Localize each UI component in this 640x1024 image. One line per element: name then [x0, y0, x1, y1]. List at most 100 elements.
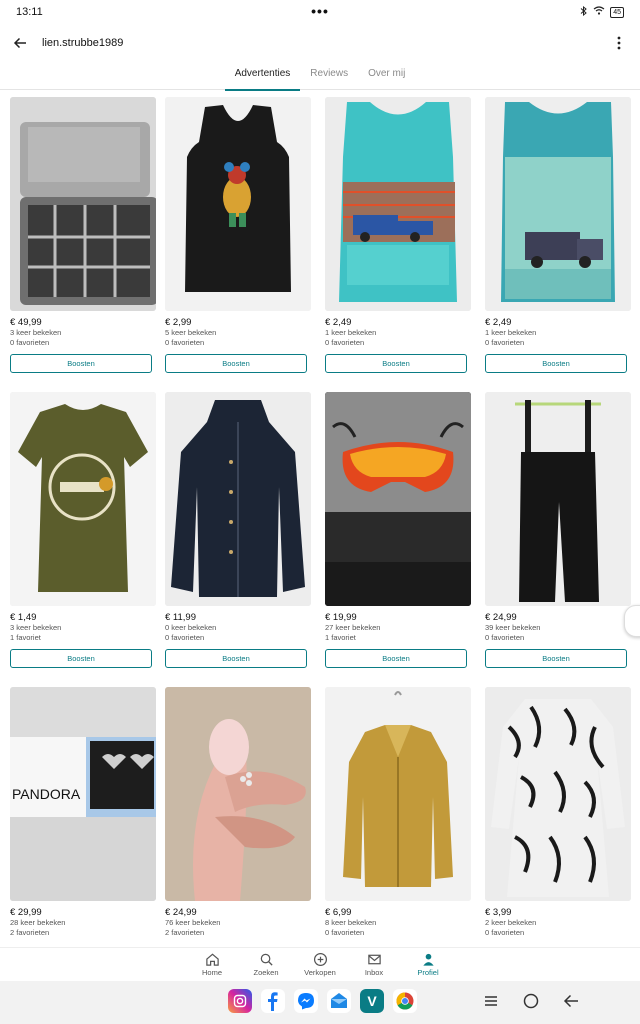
listing-views: 5 keer bekeken: [165, 328, 217, 337]
listing-price: € 2,49: [485, 317, 512, 328]
home-icon: [205, 953, 219, 966]
listing-image-makeup-case[interactable]: [10, 97, 156, 311]
listing-image-black-mickey-tanktop[interactable]: [165, 97, 311, 311]
listing-price: € 49,99: [10, 317, 42, 328]
listing-favorites: 0 favorieten: [485, 633, 525, 642]
boost-button[interactable]: Boosten: [10, 354, 152, 373]
listing-image-olive-tshirt[interactable]: [10, 392, 156, 606]
listing-favorites: 1 favoriet: [10, 633, 41, 642]
listing-image-turquoise-truck-tanktop[interactable]: [325, 97, 471, 311]
more-options-button[interactable]: [604, 28, 634, 58]
listing-card[interactable]: € 19,99 27 keer bekeken 1 favoriet Boost…: [325, 392, 471, 668]
listing-image-black-ski-pants[interactable]: [485, 392, 631, 606]
edge-panel-handle[interactable]: [624, 605, 640, 637]
nav-search[interactable]: Zoeken: [252, 948, 280, 981]
listing-price: € 11,99: [165, 612, 196, 623]
nav-sell-label: Verkopen: [304, 968, 336, 977]
listing-views: 76 keer bekeken: [165, 918, 221, 927]
nav-inbox[interactable]: Inbox: [360, 948, 388, 981]
listing-card[interactable]: € 2,49 1 keer bekeken 0 favorieten Boost…: [325, 97, 471, 373]
listing-price: € 2,49: [325, 317, 352, 328]
boost-button[interactable]: Boosten: [10, 649, 152, 668]
boost-button[interactable]: Boosten: [485, 649, 627, 668]
listing-favorites: 2 favorieten: [165, 928, 205, 937]
status-dots: •••: [311, 3, 329, 19]
listing-image-orange-sunglasses[interactable]: [325, 392, 471, 606]
listing-views: 8 keer bekeken: [325, 918, 377, 927]
search-icon: [260, 953, 273, 966]
listing-views: 27 keer bekeken: [325, 623, 381, 632]
listing-card[interactable]: € 3,99 2 keer bekeken 0 favorieten: [485, 687, 631, 938]
listing-views: 1 keer bekeken: [325, 328, 377, 337]
profile-icon: [422, 953, 434, 966]
listing-card[interactable]: € 24,99 39 keer bekeken 0 favorieten Boo…: [485, 392, 631, 668]
back-arrow-icon: [563, 994, 578, 1008]
listing-image-turquoise-truck-tanktop-2[interactable]: [485, 97, 631, 311]
listing-card[interactable]: € 1,49 3 keer bekeken 1 favoriet Boosten: [10, 392, 156, 668]
status-time: 13:11: [16, 6, 43, 18]
profile-tabs: Advertenties Reviews Over mij: [0, 62, 640, 91]
listing-card[interactable]: € 49,99 3 keer bekeken 0 favorieten Boos…: [10, 97, 156, 373]
listing-views: 3 keer bekeken: [10, 623, 62, 632]
facebook-icon[interactable]: [261, 989, 285, 1013]
listing-price: € 29,99: [10, 907, 42, 918]
home-button[interactable]: [522, 991, 540, 1011]
app-dock: V: [228, 989, 417, 1013]
menu-button[interactable]: [482, 991, 500, 1011]
tab-advertenties[interactable]: Advertenties: [224, 62, 301, 91]
pandora-logo-text: PANDORA: [12, 786, 81, 802]
nav-profile-label: Profiel: [417, 968, 439, 977]
listing-image-gold-jacket[interactable]: [325, 687, 471, 901]
listing-favorites: 0 favorieten: [325, 928, 365, 937]
boost-button[interactable]: Boosten: [165, 354, 307, 373]
app-bar: lien.strubbe1989: [0, 28, 640, 58]
back-button[interactable]: [2, 28, 38, 58]
bluetooth-icon: [580, 5, 588, 19]
listing-views: 3 keer bekeken: [10, 328, 62, 337]
listing-card[interactable]: € 11,99 0 keer bekeken 0 favorieten Boos…: [165, 392, 311, 668]
listing-image-earring-on-finger[interactable]: [165, 687, 311, 901]
listing-card[interactable]: € 6,99 8 keer bekeken 0 favorieten: [325, 687, 471, 938]
nav-sell[interactable]: Verkopen: [304, 948, 336, 981]
listing-price: € 2,99: [165, 317, 192, 328]
nav-home[interactable]: Home: [198, 948, 226, 981]
listing-favorites: 0 favorieten: [485, 928, 525, 937]
bottom-navigation: Home Zoeken Verkopen Inbox Profiel: [0, 947, 640, 981]
listing-card[interactable]: PANDORA € 29,99 28 keer bekeken 2 favori…: [10, 687, 156, 938]
vinted-icon[interactable]: V: [360, 989, 384, 1013]
system-navigation-bar: V: [0, 981, 640, 1024]
more-vertical-icon: [617, 36, 621, 50]
boost-button[interactable]: Boosten: [165, 649, 307, 668]
listing-card[interactable]: € 2,49 1 keer bekeken 0 favorieten Boost…: [485, 97, 631, 373]
listing-card[interactable]: € 24,99 76 keer bekeken 2 favorieten: [165, 687, 311, 938]
tab-over-mij[interactable]: Over mij: [358, 62, 415, 90]
listing-views: 39 keer bekeken: [485, 623, 541, 632]
plus-circle-icon: [313, 952, 327, 967]
messenger-icon[interactable]: [294, 989, 318, 1013]
mail-app-icon[interactable]: [327, 989, 351, 1013]
listing-favorites: 0 favorieten: [165, 338, 205, 347]
boost-button[interactable]: Boosten: [325, 649, 467, 668]
listing-price: € 3,99: [485, 907, 512, 918]
listing-views: 2 keer bekeken: [485, 918, 537, 927]
tab-reviews[interactable]: Reviews: [300, 62, 358, 90]
listing-price: € 24,99: [165, 907, 197, 918]
listing-price: € 1,49: [10, 612, 37, 623]
boost-button[interactable]: Boosten: [485, 354, 627, 373]
system-back-button[interactable]: [562, 991, 580, 1011]
listing-image-navy-jacket[interactable]: [165, 392, 311, 606]
listing-favorites: 0 favorieten: [10, 338, 50, 347]
listing-card[interactable]: € 2,99 5 keer bekeken 0 favorieten Boost…: [165, 97, 311, 373]
circle-home-icon: [523, 993, 539, 1009]
instagram-icon[interactable]: [228, 989, 252, 1013]
mail-icon: [367, 954, 381, 965]
chrome-icon[interactable]: [393, 989, 417, 1013]
nav-profile[interactable]: Profiel: [414, 948, 442, 981]
listing-image-pandora-earrings[interactable]: PANDORA: [10, 687, 156, 901]
nav-search-label: Zoeken: [253, 968, 279, 977]
status-bar: 13:11 ••• 45: [0, 0, 640, 24]
listing-favorites: 1 favoriet: [325, 633, 356, 642]
nav-home-label: Home: [201, 968, 222, 977]
listing-image-zebra-dress[interactable]: [485, 687, 631, 901]
boost-button[interactable]: Boosten: [325, 354, 467, 373]
